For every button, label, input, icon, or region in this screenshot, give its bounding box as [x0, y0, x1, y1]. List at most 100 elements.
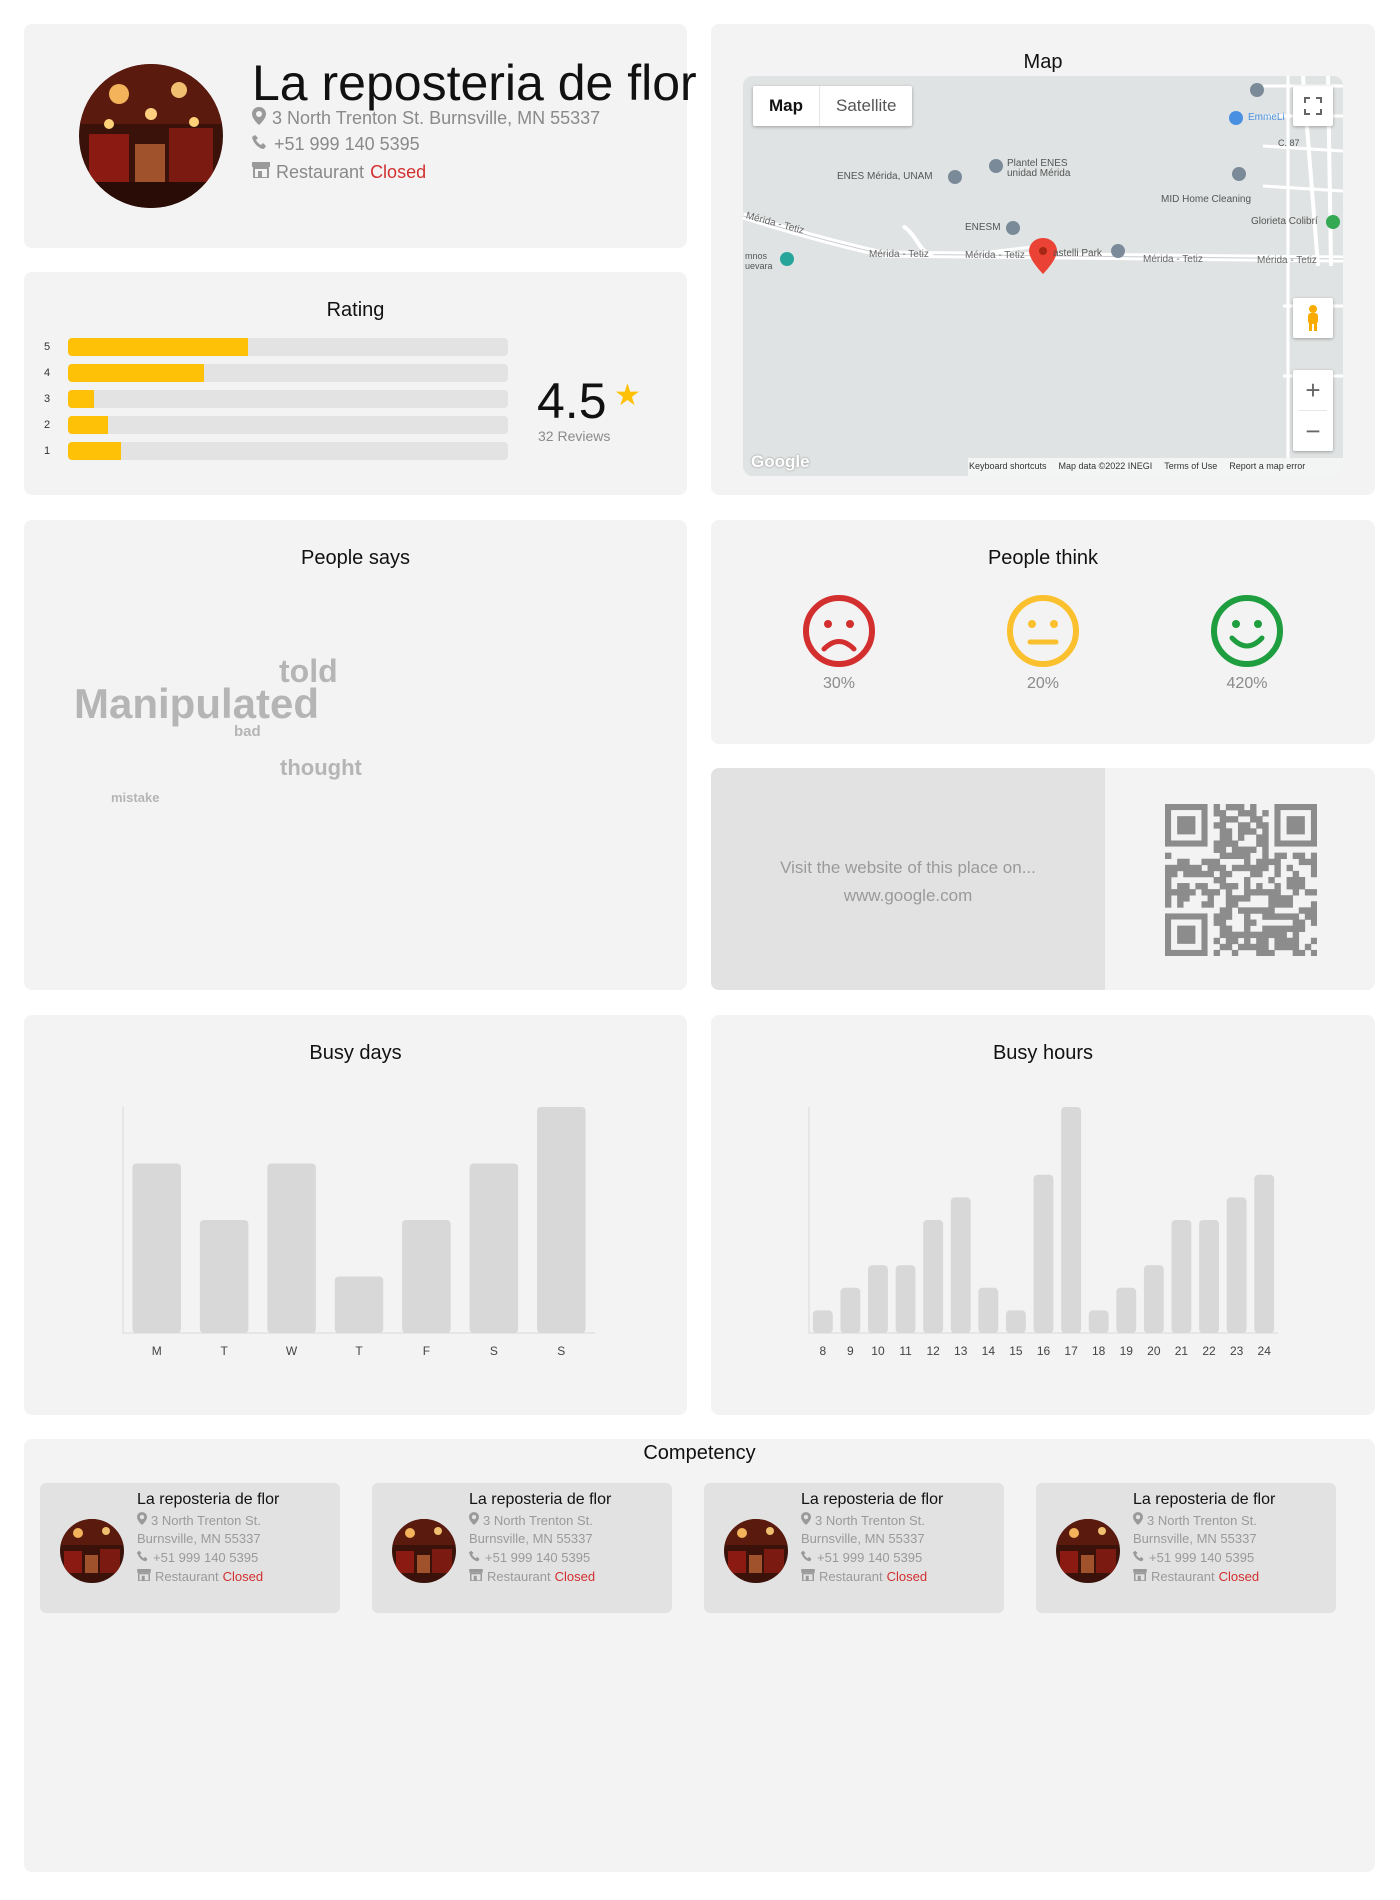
chart-tick-label: 20	[1147, 1344, 1161, 1358]
map-label-plantel: Plantel ENES unidad Mérida	[1007, 158, 1071, 179]
map-type-map-button[interactable]: Map	[753, 86, 819, 126]
chart-tick-label: T	[220, 1344, 228, 1358]
chart-tick-label: 9	[847, 1344, 854, 1358]
chart-tick-label: M	[152, 1344, 162, 1358]
chart-bar	[334, 1276, 384, 1333]
keyboard-shortcuts-link[interactable]: Keyboard shortcuts	[969, 461, 1047, 471]
website-url: www.google.com	[843, 886, 973, 905]
competitor-category: Restaurant	[819, 1569, 883, 1584]
competitor-category-line: Restaurant Closed	[137, 1569, 263, 1584]
rating-bar-fill	[68, 338, 249, 356]
phone-icon	[137, 1550, 149, 1565]
competitor-name: La reposteria de flor	[137, 1491, 280, 1508]
terms-link[interactable]: Terms of Use	[1164, 461, 1217, 471]
chart-bar	[1199, 1220, 1219, 1333]
chart-tick-label: 23	[1230, 1344, 1244, 1358]
chart-tick-label: T	[355, 1344, 363, 1358]
map-label-castelli: astelli Park	[1053, 248, 1102, 259]
sentiment-happy: 420%	[1210, 594, 1284, 693]
store-icon	[137, 1569, 151, 1584]
map-label-mid: MID Home Cleaning	[1161, 194, 1252, 205]
competitor-street-line: 3 North Trenton St.	[137, 1512, 261, 1528]
rating-bar-fill	[68, 364, 205, 382]
store-icon	[801, 1569, 815, 1584]
competitor-name: La reposteria de flor	[469, 1491, 612, 1508]
zoom-out-button[interactable]: −	[1293, 411, 1333, 451]
chart-tick-label: 17	[1064, 1344, 1078, 1358]
competitor-street-line: 3 North Trenton St.	[1133, 1512, 1257, 1528]
chart-bar	[1254, 1174, 1275, 1333]
map-label-glorieta: Glorieta Colibrí	[1251, 216, 1318, 227]
map-label-mnos: mnos uevara	[745, 251, 773, 271]
place-address-line: 3 North Trenton St. Burnsville, MN 55337	[252, 107, 600, 130]
chart-tick-label: 11	[899, 1344, 912, 1358]
sentiment-neutral: 20%	[1006, 594, 1080, 693]
place-status: Closed	[370, 162, 427, 182]
competitor-card[interactable]: La reposteria de flor 3 North Trenton St.…	[1036, 1483, 1336, 1613]
chart-tick-label: 18	[1092, 1344, 1106, 1358]
star-icon: ★	[614, 379, 641, 412]
competitor-phone: +51 999 140 5395	[1149, 1550, 1255, 1565]
rating-bar-fill	[68, 442, 121, 460]
competitor-avatar	[724, 1519, 788, 1583]
chart-tick-label: 8	[819, 1344, 826, 1358]
website-link[interactable]: Visit the website of this place on... ww…	[711, 768, 1105, 990]
sad-face-icon	[803, 595, 875, 667]
phone-icon	[801, 1550, 813, 1565]
map-pin-icon	[469, 1512, 479, 1528]
rating-bar-row: 1	[44, 442, 514, 460]
chart-bar	[923, 1220, 944, 1333]
rating-title: Rating	[326, 299, 385, 321]
map-label-unam: ENES Mérida, UNAM	[837, 171, 933, 182]
word-cloud-word: mistake	[111, 790, 160, 805]
rating-bar-track	[68, 390, 508, 408]
map-title: Map	[1023, 51, 1063, 73]
competitor-phone-line: +51 999 140 5395	[1133, 1550, 1254, 1565]
map-road-label: Mérida - Tetiz	[1257, 255, 1317, 266]
chart-bar	[537, 1107, 586, 1333]
rating-score: 4.5	[537, 373, 607, 429]
competitor-card[interactable]: La reposteria de flor 3 North Trenton St.…	[372, 1483, 672, 1613]
competitor-street-line: 3 North Trenton St.	[469, 1512, 593, 1528]
sentiment-sad-percent: 30%	[822, 675, 856, 692]
zoom-in-button[interactable]: +	[1293, 370, 1333, 410]
competitor-street: 3 North Trenton St.	[815, 1512, 925, 1528]
fullscreen-button[interactable]	[1293, 86, 1333, 126]
map-label-enesm: ENESM	[965, 222, 1001, 233]
competitor-city: Burnsville, MN 55337	[1133, 1531, 1257, 1546]
competitor-card[interactable]: La reposteria de flor 3 North Trenton St.…	[40, 1483, 340, 1613]
rating-bar-fill	[68, 390, 95, 408]
word-cloud-word: Manipulated	[74, 680, 320, 727]
competency-card: Competency La reposteria de flor 3 North …	[24, 1439, 1375, 1872]
rating-bar-fill	[68, 416, 108, 434]
rating-bar-track	[68, 338, 508, 356]
competitor-avatar	[60, 1519, 124, 1583]
sentiment-sad: 30%	[802, 594, 876, 693]
chart-bar	[267, 1163, 316, 1333]
neutral-face-icon	[1007, 595, 1079, 667]
chart-tick-label: 10	[871, 1344, 885, 1358]
map-type-satellite-button[interactable]: Satellite	[819, 86, 912, 126]
rating-bar-row: 2	[44, 416, 514, 434]
map-canvas[interactable]: ENES Mérida, UNAM Plantel ENES unidad Mér…	[743, 76, 1343, 476]
competitor-name: La reposteria de flor	[1133, 1491, 1276, 1508]
report-error-link[interactable]: Report a map error	[1229, 461, 1305, 471]
competitor-street: 3 North Trenton St.	[483, 1512, 593, 1528]
place-header-card: La reposteria de flor 3 North Trenton St…	[24, 24, 697, 248]
people-says-card: People says told Manipulated bad thought…	[24, 520, 687, 990]
phone-icon	[252, 134, 268, 155]
sentiment-happy-percent: 420%	[1226, 675, 1268, 692]
chart-tick-label: S	[490, 1344, 498, 1358]
chart-bar	[812, 1310, 833, 1333]
chart-tick-label: 16	[1037, 1344, 1051, 1358]
rating-bar-track	[68, 442, 508, 460]
rating-bar-label: 3	[44, 393, 51, 405]
street-view-button[interactable]	[1293, 298, 1333, 338]
competitor-phone-line: +51 999 140 5395	[801, 1550, 922, 1565]
chart-tick-label: 14	[982, 1344, 996, 1358]
map-footer: Keyboard shortcuts Map data ©2022 INEGI …	[969, 461, 1305, 471]
competitor-card[interactable]: La reposteria de flor 3 North Trenton St.…	[704, 1483, 1004, 1613]
chart-tick-label: F	[423, 1344, 430, 1358]
map-pin-icon	[801, 1512, 811, 1528]
map-label-emme: EmmeLi	[1248, 112, 1285, 123]
